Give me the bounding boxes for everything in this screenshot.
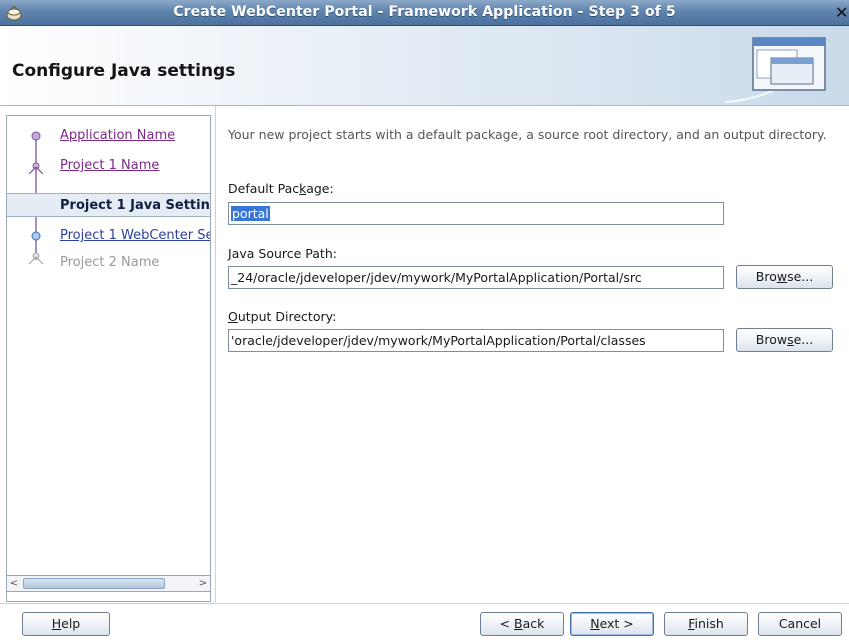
default-package-value: portal [231,206,270,221]
default-package-input[interactable]: portal [228,202,724,225]
title-bar: Create WebCenter Portal - Framework Appl… [0,0,849,26]
header-window-icon [725,37,826,103]
help-button[interactable]: Help [22,612,110,636]
divider [215,106,216,602]
nav-step-project-1-webcenter-settings[interactable]: Project 1 WebCenter Settings [7,224,210,248]
nav-horizontal-scrollbar[interactable]: < > [6,575,211,592]
wizard-header: Configure Java settings [0,26,849,106]
nav-step-label[interactable]: Application Name [60,128,175,143]
output-directory-input[interactable]: 'oracle/jdeveloper/jdev/mywork/MyPortalA… [228,329,724,352]
intro-text: Your new project starts with a default p… [228,127,827,142]
footer-divider [0,603,849,604]
scrollbar-thumb[interactable] [23,578,165,589]
output-directory-label: Output Directory: [228,309,337,324]
back-button[interactable]: < Back [480,612,564,636]
cancel-button[interactable]: Cancel [758,612,842,636]
scroll-left-icon[interactable]: < [7,576,21,591]
page-title: Configure Java settings [12,61,236,81]
nav-step-project-1-name[interactable]: Project 1 Name [7,154,210,178]
java-source-path-label: Java Source Path: [228,246,337,261]
window-title: Create WebCenter Portal - Framework Appl… [173,4,676,20]
nav-step-label: Project 2 Name [60,255,160,270]
finish-button[interactable]: Finish [664,612,748,636]
nav-step-project-2-name: Project 2 Name [7,251,210,275]
close-icon[interactable]: ✕ [835,3,849,23]
wizard-step-navigation: Application Name Project 1 Name Project … [6,115,211,602]
nav-step-project-1-java-settings[interactable]: Project 1 Java Settings [7,193,211,217]
scroll-right-icon[interactable]: > [196,576,210,591]
java-source-path-input[interactable]: _24/oracle/jdeveloper/jdev/mywork/MyPort… [228,266,724,289]
next-button[interactable]: Next > [570,612,654,636]
nav-step-label[interactable]: Project 1 Name [60,158,159,173]
browse-source-button[interactable]: Browse... [736,265,833,289]
browse-output-button[interactable]: Browse... [736,328,833,352]
nav-step-application-name[interactable]: Application Name [7,124,210,148]
default-package-label: Default Package: [228,181,334,196]
nav-step-label: Project 1 Java Settings [60,198,211,213]
nav-step-label[interactable]: Project 1 WebCenter Settings [60,228,210,243]
